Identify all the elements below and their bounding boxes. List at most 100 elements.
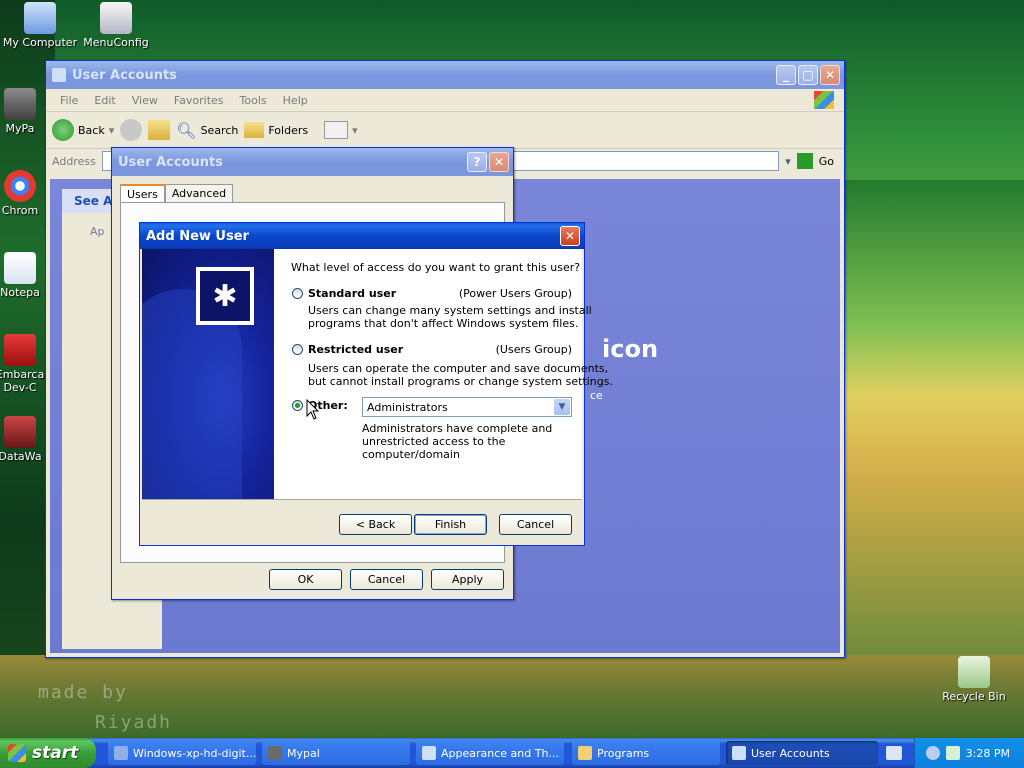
forward-arrow-icon: [120, 119, 143, 141]
desktop-icon-menuconfig[interactable]: MenuConfig: [76, 2, 156, 49]
taskbar-item-appearance[interactable]: Appearance and Th...: [416, 741, 564, 765]
taskbar-item-user-accounts[interactable]: User Accounts: [726, 741, 878, 765]
taskbar-item-label: Windows-xp-hd-digit...: [133, 746, 256, 760]
desktop-icon-my-computer[interactable]: My Computer: [0, 2, 80, 49]
back-button[interactable]: < Back: [339, 514, 412, 535]
wizard-separator: [142, 499, 582, 500]
address-label: Address: [52, 154, 96, 168]
restricted-user-radio[interactable]: [292, 344, 303, 355]
wizard-titlebar[interactable]: Add New User ✕: [140, 223, 584, 249]
folders-button[interactable]: Folders: [244, 122, 308, 138]
folder-icon: [578, 746, 592, 760]
menu-view[interactable]: View: [124, 94, 166, 107]
desktop-icon-label: Chrom: [1, 204, 39, 217]
tab-advanced[interactable]: Advanced: [164, 184, 234, 203]
apply-button[interactable]: Apply: [431, 569, 504, 590]
notepad-icon: [4, 252, 36, 284]
mouse-cursor-icon: [306, 399, 320, 420]
desktop-icon-chrome[interactable]: Chrom: [0, 170, 50, 217]
go-button[interactable]: Go: [819, 155, 834, 168]
dialog-title: User Accounts: [118, 154, 223, 170]
taskbar-item-wallpaper[interactable]: Windows-xp-hd-digit...: [108, 741, 256, 765]
mypal-icon: [4, 88, 36, 120]
chevron-down-icon[interactable]: ▾: [785, 155, 791, 168]
restricted-user-group: (Users Group): [495, 343, 572, 356]
back-label: Back: [78, 123, 105, 137]
taskbar-item-label: User Accounts: [751, 746, 830, 760]
folders-icon: [244, 122, 265, 138]
dialog-tabs: Users Advanced: [120, 184, 234, 203]
wizard-content: What level of access do you want to gran…: [274, 249, 613, 499]
ok-button[interactable]: OK: [269, 569, 342, 590]
user-accounts-icon: [732, 746, 746, 760]
desktop-icon-embarcadero[interactable]: Embarca Dev-C: [0, 334, 50, 394]
up-folder-button[interactable]: [148, 120, 171, 140]
desktop-icon-label: My Computer: [2, 36, 78, 49]
database-icon: [4, 416, 36, 448]
devcpp-icon: [4, 334, 36, 366]
desktop-icon-label: DataWa: [0, 450, 42, 463]
views-icon: [324, 121, 349, 139]
desktop-icon-datawarehouse[interactable]: DataWa: [0, 416, 50, 463]
wizard-cancel-button[interactable]: Cancel: [499, 514, 572, 535]
menu-file[interactable]: File: [52, 94, 86, 107]
windows-logo-icon: [814, 91, 834, 109]
start-label: start: [32, 743, 79, 763]
page-text-fragment: ce: [590, 389, 603, 402]
standard-user-label[interactable]: Standard user: [308, 287, 396, 300]
desktop-icon-label: Notepa: [0, 286, 40, 299]
desktop-icon-recycle-bin[interactable]: Recycle Bin: [934, 656, 1014, 703]
menu-help[interactable]: Help: [275, 94, 316, 107]
taskbar: start Windows-xp-hd-digit... Mypal Appea…: [0, 738, 1024, 768]
cancel-button[interactable]: Cancel: [350, 569, 423, 590]
chrome-icon: [4, 170, 36, 202]
access-level-select[interactable]: Administrators ▼: [362, 397, 572, 417]
up-folder-icon: [148, 120, 171, 140]
finish-button[interactable]: Finish: [414, 514, 487, 535]
system-tray: 3:28 PM: [914, 738, 1024, 768]
views-button[interactable]: ▾: [324, 121, 358, 139]
chevron-down-icon[interactable]: ▼: [554, 399, 570, 415]
other-radio[interactable]: [292, 400, 303, 411]
go-arrow-icon: [796, 153, 813, 169]
desktop-icon-notepad[interactable]: Notepa: [0, 252, 50, 299]
help-button[interactable]: ?: [467, 152, 487, 172]
other-desc-1: Administrators have complete and: [362, 422, 553, 435]
forward-button[interactable]: [120, 119, 143, 141]
taskbar-item-programs[interactable]: Programs: [572, 741, 720, 765]
search-icon: 🔍︎: [176, 120, 197, 140]
menu-tools[interactable]: Tools: [232, 94, 275, 107]
menu-edit[interactable]: Edit: [86, 94, 123, 107]
sun-glow: [844, 180, 1024, 660]
standard-user-radio[interactable]: [292, 288, 303, 299]
taskbar-item-mypal[interactable]: Mypal: [262, 741, 410, 765]
close-button[interactable]: ✕: [820, 65, 840, 85]
restricted-user-label[interactable]: Restricted user: [308, 343, 403, 356]
other-desc-2: unrestricted access to the: [362, 435, 506, 448]
wizard-close-button[interactable]: ✕: [560, 226, 580, 246]
network-icon[interactable]: [925, 746, 940, 760]
restricted-user-desc-2: but cannot install programs or change sy…: [308, 375, 613, 388]
dialog-titlebar[interactable]: User Accounts ? ✕: [112, 148, 513, 176]
back-arrow-icon: [52, 119, 74, 141]
safely-remove-icon[interactable]: [945, 746, 960, 760]
chevron-down-icon: ▾: [352, 123, 358, 137]
menu-favorites[interactable]: Favorites: [166, 94, 232, 107]
maximize-button[interactable]: □: [798, 65, 818, 85]
search-button[interactable]: 🔍︎ Search: [176, 121, 238, 140]
windows-flag-icon: [8, 744, 26, 762]
explorer-titlebar[interactable]: User Accounts _ □ ✕: [46, 61, 844, 89]
back-button[interactable]: Back ▾: [52, 119, 114, 141]
user-accounts-icon: [52, 68, 66, 82]
dialog-close-button[interactable]: ✕: [489, 152, 509, 172]
standard-user-desc-1: Users can change many system settings an…: [308, 304, 592, 317]
keyboard-icon[interactable]: [886, 746, 902, 760]
desktop-icon-mypal[interactable]: MyPa: [0, 88, 50, 135]
clock[interactable]: 3:28 PM: [966, 747, 1010, 760]
start-button[interactable]: start: [0, 738, 96, 768]
computer-icon: [24, 2, 56, 34]
minimize-button[interactable]: _: [776, 65, 796, 85]
tab-users[interactable]: Users: [120, 184, 165, 203]
left-pane-item[interactable]: Ap: [90, 225, 105, 238]
page-heading-fragment: icon: [602, 335, 659, 363]
